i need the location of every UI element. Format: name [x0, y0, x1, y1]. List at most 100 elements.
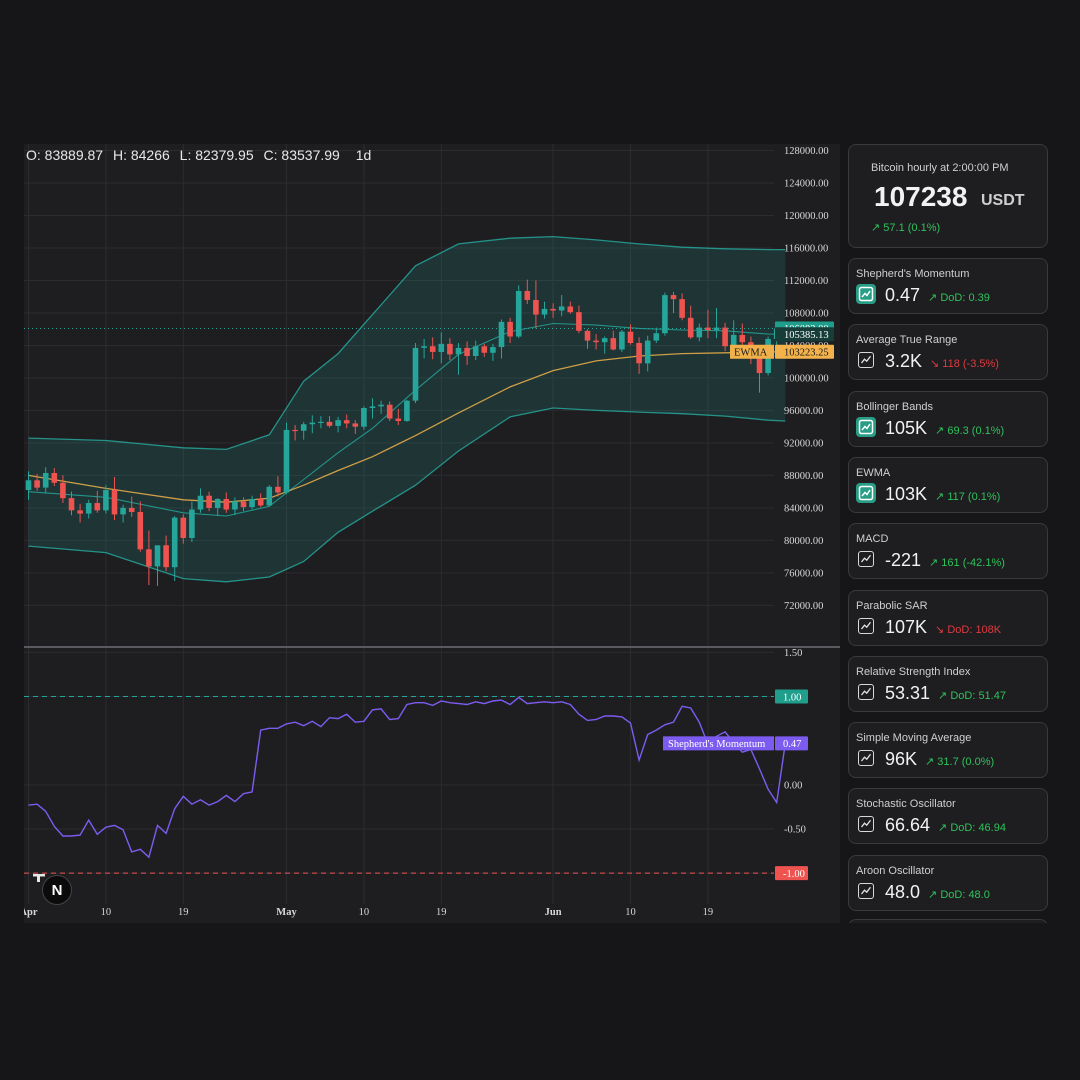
candle-body [662, 295, 668, 334]
line-chart-icon [858, 750, 874, 767]
momentum-tag-high: 1.00 [783, 692, 801, 703]
candle-body [266, 486, 273, 506]
price-axis-label: 120000.00 [784, 211, 829, 222]
candle-body [120, 507, 126, 515]
price-axis-label: 112000.00 [784, 276, 828, 287]
candle-body [447, 343, 453, 355]
candle-body [541, 308, 548, 315]
indicator-card[interactable]: Average True Range 3.2K ↘ 118 (-3.5%) [848, 324, 1048, 381]
candle-body [576, 312, 582, 331]
momentum-label: Shepherd's Momentum [668, 739, 765, 750]
candle-body [421, 346, 427, 348]
indicator-change: ↗ 117 (0.1%) [935, 490, 1001, 503]
indicator-value: -221 [885, 550, 922, 571]
candle-body [223, 498, 230, 510]
chart-canvas[interactable]: 128000.00 124000.00 120000.00 116000.00 1120… [24, 144, 840, 923]
indicator-card[interactable]: Simple Moving Average 96K ↗ 31.7 (0.0%) [848, 722, 1048, 779]
candle-body [197, 495, 204, 510]
indicator-name: Simple Moving Average [856, 732, 972, 745]
candle-body [490, 347, 496, 353]
line-chart-icon [856, 284, 876, 304]
price-axis-label: 72000.00 [784, 601, 823, 612]
indicator-value: 48.0 [885, 881, 921, 902]
candle-body [369, 406, 376, 408]
time-axis-label: 19 [178, 907, 189, 918]
time-axis-label: 10 [625, 907, 636, 918]
candle-body [60, 482, 66, 499]
time-axis-label: 19 [436, 907, 447, 918]
candle-body [180, 517, 187, 538]
indicator-card[interactable]: Stochastic Oscillator 66.64 ↗ DoD: 46.94 [848, 788, 1048, 845]
candle-body [395, 418, 402, 421]
candle-body [507, 321, 513, 337]
candle-body [687, 317, 694, 338]
momentum-axis-label: 0.00 [784, 780, 802, 791]
line-chart-icon [860, 555, 872, 563]
candle-body [498, 321, 505, 348]
candle-body [300, 424, 307, 431]
indicator-change: ↗ DoD: 51.47 [938, 689, 1006, 702]
candle-body [601, 338, 608, 343]
price-card-title: Bitcoin hourly at 2:00:00 PM [871, 162, 1009, 174]
candle-body [85, 503, 92, 514]
candle-body [240, 501, 247, 508]
candle-body [214, 498, 221, 508]
indicator-card[interactable]: Relative Strength Index 53.31 ↗ DoD: 51.47 [848, 655, 1048, 712]
indicator-value: 3.2K [885, 351, 923, 372]
candle-body [438, 343, 445, 352]
app-logo-icon[interactable]: N [42, 875, 72, 905]
indicator-value: 105K [885, 417, 928, 438]
candle-body [455, 347, 462, 355]
line-chart-icon [858, 816, 874, 833]
line-chart-icon [858, 485, 874, 501]
ohlc-legend: O: 83889.87 H: 84266 L: 82379.95 C: 8353… [26, 147, 377, 163]
candle-body [206, 495, 212, 508]
line-chart-icon [858, 683, 874, 700]
ohlc-open: O: 83889.87 [26, 147, 104, 163]
candle-body [636, 343, 642, 364]
candle-body [163, 545, 169, 568]
line-chart-icon [858, 286, 874, 302]
candle-body [257, 498, 264, 506]
candle-body [275, 486, 281, 493]
time-axis-label: 19 [703, 907, 714, 918]
candle-body [739, 334, 746, 343]
candle-body [550, 308, 556, 311]
indicator-card[interactable]: Parabolic SAR 107K ↘ DoD: 108K [848, 589, 1048, 646]
line-chart-icon [858, 617, 874, 634]
candle-body [42, 472, 49, 488]
indicator-change: ↗ DoD: 46.94 [938, 822, 1006, 835]
price-unit: USDT [981, 192, 1025, 209]
indicator-card[interactable]: Aroon Oscillator 48.0 ↗ DoD: 48.0 [848, 854, 1048, 911]
indicator-change: ↗ DoD: 48.0 [928, 888, 990, 901]
candle-body [51, 472, 58, 483]
candle-body [154, 545, 161, 567]
candle-body [472, 346, 479, 357]
candle-body [335, 420, 341, 426]
indicator-name: Aroon Oscillator [856, 864, 935, 877]
indicator-card-partial[interactable] [848, 919, 1048, 923]
indicator-value: 107K [885, 616, 928, 637]
indicator-change: ↗ 69.3 (0.1%) [935, 424, 1005, 437]
price-axis-label: 88000.00 [784, 471, 823, 482]
indicator-card[interactable]: MACD -221 ↗ 161 (-42.1%) [848, 523, 1048, 580]
indicator-value: 96K [885, 749, 918, 770]
price-axis-label: 124000.00 [784, 178, 829, 189]
indicator-name: Average True Range [856, 334, 958, 347]
indicator-card[interactable]: EWMA 103K ↗ 117 (0.1%) [848, 456, 1048, 513]
indicator-card[interactable]: Bollinger Bands 105K ↗ 69.3 (0.1%) [848, 390, 1048, 447]
price-axis-label: 108000.00 [784, 308, 829, 319]
ohlc-low: L: 82379.95 [179, 147, 254, 163]
candle-body [653, 333, 660, 341]
line-chart-icon [860, 820, 872, 828]
candle-body [619, 331, 625, 350]
trading-chart[interactable]: 128000.00 124000.00 120000.00 116000.00 1120… [24, 144, 840, 923]
candle-body [644, 340, 651, 364]
candle-body [670, 295, 677, 300]
candle-body [283, 429, 290, 493]
indicator-sidebar[interactable]: Bitcoin hourly at 2:00:00 PM 107238 USDT… [848, 144, 1050, 923]
line-chart-icon [858, 882, 874, 899]
indicator-name: EWMA [856, 466, 891, 479]
indicator-change: ↘ DoD: 108K [935, 623, 1002, 636]
indicator-card[interactable]: Shepherd's Momentum 0.47 ↗ DoD: 0.39 [848, 258, 1048, 314]
